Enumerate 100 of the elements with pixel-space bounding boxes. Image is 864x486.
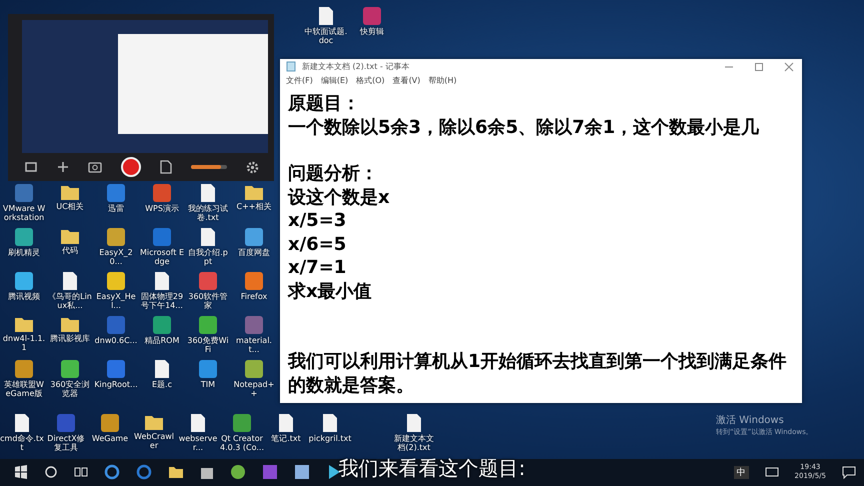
desktop-icon-label[interactable]: Firefox: [240, 292, 268, 301]
document-icon[interactable]: [278, 413, 294, 433]
desktop-icon-label[interactable]: WeGame: [92, 434, 128, 443]
desktop-icon-label[interactable]: EasyX_Hel...: [94, 292, 138, 310]
desktop-icon-label[interactable]: dnw4l-1.1.1: [2, 334, 46, 352]
folder-icon[interactable]: [60, 183, 80, 201]
desktop-icon-label[interactable]: pickgril.txt: [308, 434, 352, 443]
app-icon[interactable]: [14, 359, 34, 379]
desktop-icon-label[interactable]: E题.c: [152, 380, 172, 389]
desktop-icon-label[interactable]: webserver...: [176, 434, 220, 452]
document-text-line: 原题目：: [288, 92, 361, 116]
app-icon[interactable]: [106, 271, 126, 291]
document-icon[interactable]: [14, 413, 30, 433]
menu-item[interactable]: 文件(F): [286, 74, 313, 86]
settings-icon[interactable]: [246, 160, 258, 174]
document-icon[interactable]: [318, 6, 334, 26]
desktop-icon-label[interactable]: Qt Creator 4.0.3 (Co...: [220, 434, 264, 452]
desktop-icon-label[interactable]: Notepad++: [232, 380, 276, 398]
app-icon[interactable]: [60, 359, 80, 379]
document-icon[interactable]: [154, 271, 170, 291]
folder-icon[interactable]: [60, 227, 80, 245]
volume-slider[interactable]: [190, 165, 222, 169]
desktop-icon-label[interactable]: 刷机精灵: [8, 248, 40, 257]
file-icon[interactable]: [160, 160, 172, 174]
desktop-icon-label[interactable]: C++相关: [236, 202, 272, 211]
desktop-icon-label[interactable]: 代码: [62, 246, 78, 255]
camera-icon[interactable]: [88, 161, 102, 173]
app-icon[interactable]: [232, 413, 252, 433]
app-icon[interactable]: [106, 227, 126, 247]
folder-icon[interactable]: [14, 315, 34, 333]
desktop-icon-label[interactable]: 新建文本文档(2).txt: [392, 434, 436, 452]
desktop-icon-label[interactable]: 360免费WiFi: [186, 336, 230, 354]
app-icon[interactable]: [14, 271, 34, 291]
search-icon[interactable]: [44, 465, 58, 480]
app-icon[interactable]: [262, 464, 278, 480]
app-icon[interactable]: [14, 227, 34, 247]
folder-icon[interactable]: [168, 465, 184, 480]
desktop-icon-label[interactable]: 360软件管家: [186, 292, 230, 310]
document-text-line: x/6=5: [288, 232, 348, 256]
desktop-icon-label[interactable]: 中软面试题.doc: [304, 27, 348, 45]
document-icon[interactable]: [200, 183, 216, 203]
menu-item[interactable]: 帮助(H): [428, 74, 457, 86]
desktop-icon-label[interactable]: 腾讯视频: [8, 292, 40, 301]
document-icon[interactable]: [154, 359, 170, 379]
app-icon[interactable]: [152, 315, 172, 335]
desktop-icon-label[interactable]: 笔记.txt: [271, 434, 301, 443]
desktop-icon-label[interactable]: WPS演示: [145, 204, 179, 213]
desktop-icon-label[interactable]: TIM: [200, 380, 216, 389]
desktop-icon-label[interactable]: 快剪辑: [360, 27, 384, 36]
desktop-icon-label[interactable]: UC相关: [56, 202, 84, 211]
desktop-icon-label[interactable]: 腾讯影视库: [50, 334, 90, 343]
desktop-icon-label[interactable]: WebCrawler: [132, 432, 176, 450]
desktop-icon-label[interactable]: 自我介绍.ppt: [186, 248, 230, 266]
document-text-line: x/7=1: [288, 256, 348, 280]
maximize-icon[interactable]: [754, 62, 764, 72]
desktop-icon-label[interactable]: Microsoft Edge: [140, 248, 184, 266]
app-icon[interactable]: [198, 359, 218, 379]
record-button[interactable]: [120, 157, 140, 177]
menu-item[interactable]: 格式(O): [356, 74, 385, 86]
app-icon[interactable]: [244, 227, 264, 247]
desktop-icon-label[interactable]: KingRoot...: [94, 380, 138, 389]
desktop-icon-label[interactable]: 360安全浏览器: [48, 380, 92, 398]
desktop-icon-label[interactable]: 固体物理29号下午14...: [140, 292, 184, 310]
desktop-icon-label[interactable]: 百度网盘: [238, 248, 270, 257]
app-icon[interactable]: [198, 315, 218, 335]
desktop-icon-label[interactable]: 我的练习试卷.txt: [186, 204, 230, 222]
document-icon[interactable]: [190, 413, 206, 433]
document-icon[interactable]: [62, 271, 78, 291]
video-subtitle: 我们来看看这个题目:: [338, 455, 526, 482]
desktop-icon-label[interactable]: dnw0.6C...: [94, 336, 138, 345]
plus-icon[interactable]: [56, 161, 68, 173]
notification-icon[interactable]: [842, 465, 856, 480]
app-icon[interactable]: [294, 464, 310, 480]
app-icon[interactable]: [100, 413, 120, 433]
task-view-icon[interactable]: [74, 465, 88, 480]
desktop-icon-label[interactable]: DirectX修复工具: [44, 434, 88, 452]
desktop-icon-label[interactable]: 英雄联盟WeGame版: [2, 380, 46, 398]
folder-icon[interactable]: [60, 315, 80, 333]
desktop-icon-label[interactable]: 精品ROM: [144, 336, 180, 345]
menu-item[interactable]: 查看(V): [392, 74, 420, 86]
desktop-icon-label[interactable]: material.t...: [232, 336, 276, 354]
document-icon[interactable]: [200, 227, 216, 247]
browser-icon[interactable]: [104, 464, 120, 480]
desktop-icon-label[interactable]: VMware Workstation: [2, 204, 46, 222]
menu-item[interactable]: 编辑(E): [320, 74, 348, 86]
desktop-icon-label[interactable]: 《鸟哥的Linux私...: [48, 292, 92, 310]
document-icon[interactable]: [406, 413, 422, 433]
start-icon[interactable]: [14, 465, 28, 480]
folder-icon[interactable]: [144, 413, 164, 431]
folder-icon[interactable]: [244, 183, 264, 201]
desktop-icon-label[interactable]: 迅雷: [108, 204, 124, 213]
fullscreen-icon[interactable]: [24, 160, 38, 174]
close-icon[interactable]: [784, 62, 794, 72]
desktop-icon-label[interactable]: EasyX_20...: [94, 248, 138, 266]
app-icon[interactable]: [244, 271, 264, 291]
desktop-icon-label[interactable]: cmd命令.txt: [0, 434, 44, 452]
ime-indicator[interactable]: 中: [734, 466, 749, 479]
browser-icon[interactable]: [136, 464, 152, 480]
app-icon[interactable]: [244, 359, 264, 379]
document-icon[interactable]: [322, 413, 338, 433]
